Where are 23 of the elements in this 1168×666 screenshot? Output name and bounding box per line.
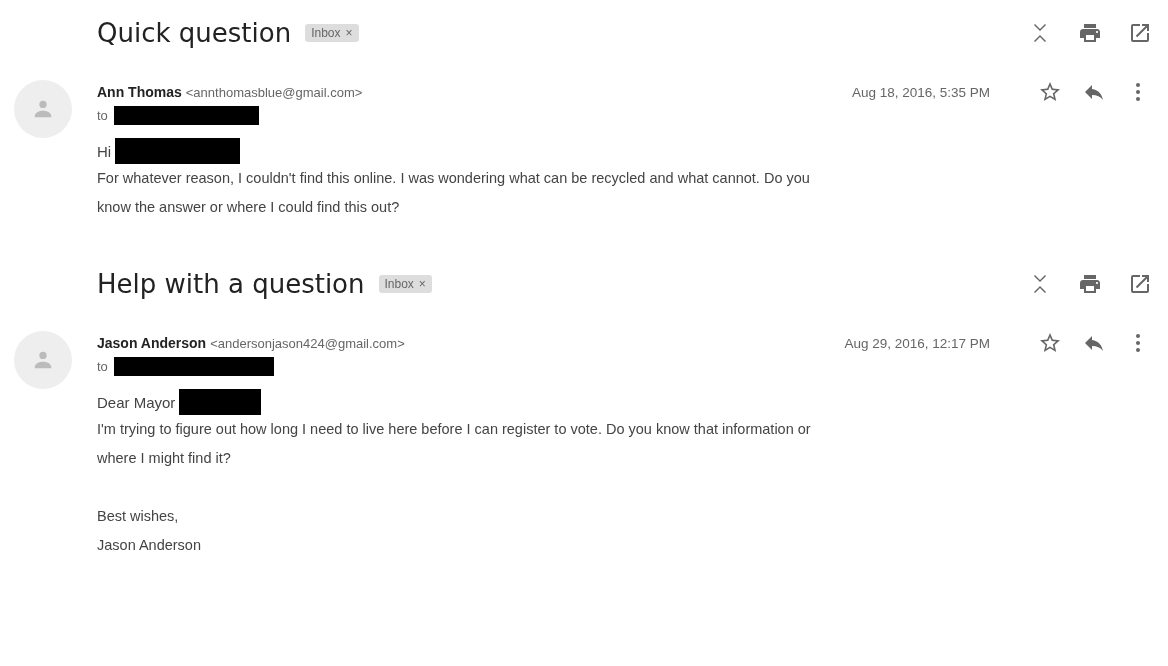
print-icon[interactable] bbox=[1078, 21, 1102, 45]
message-paragraph: I'm trying to figure out how long I need to live here before I can register to vote. Do you know that information or where I might find it? bbox=[97, 420, 812, 468]
greeting-text: Dear Mayor bbox=[97, 393, 176, 411]
message-date: Aug 18, 2016, 5:35 PM bbox=[851, 84, 990, 100]
sender-name: Ann Thomas bbox=[97, 84, 182, 100]
inbox-label[interactable]: Inbox × bbox=[305, 24, 359, 42]
inbox-label[interactable]: Inbox × bbox=[378, 275, 432, 293]
sender-email: <annthomasblue@gmail.com> bbox=[185, 84, 363, 100]
email-subject: Help with a question bbox=[97, 269, 365, 299]
sender-email: <andersonjason424@gmail.com> bbox=[210, 335, 405, 351]
message-paragraph: Best wishes, Jason Anderson bbox=[97, 507, 202, 555]
recipient-label: to bbox=[97, 358, 108, 374]
open-in-new-window-icon[interactable] bbox=[1128, 272, 1152, 296]
open-in-new-window-icon[interactable] bbox=[1128, 21, 1152, 45]
star-icon[interactable] bbox=[1038, 331, 1062, 355]
sender-name: Jason Anderson bbox=[97, 335, 207, 351]
star-icon[interactable] bbox=[1038, 80, 1062, 104]
print-icon[interactable] bbox=[1078, 272, 1102, 296]
message-paragraph: For whatever reason, I couldn't find this online. I was wondering what can be recycled and what cannot. Do you know the answer or where I could find this out? bbox=[97, 169, 811, 217]
greeting-text: Hi bbox=[97, 142, 112, 160]
message-date: Aug 29, 2016, 12:17 PM bbox=[844, 335, 990, 351]
email-subject: Quick question bbox=[97, 18, 292, 48]
recipient-label: to bbox=[97, 107, 108, 123]
